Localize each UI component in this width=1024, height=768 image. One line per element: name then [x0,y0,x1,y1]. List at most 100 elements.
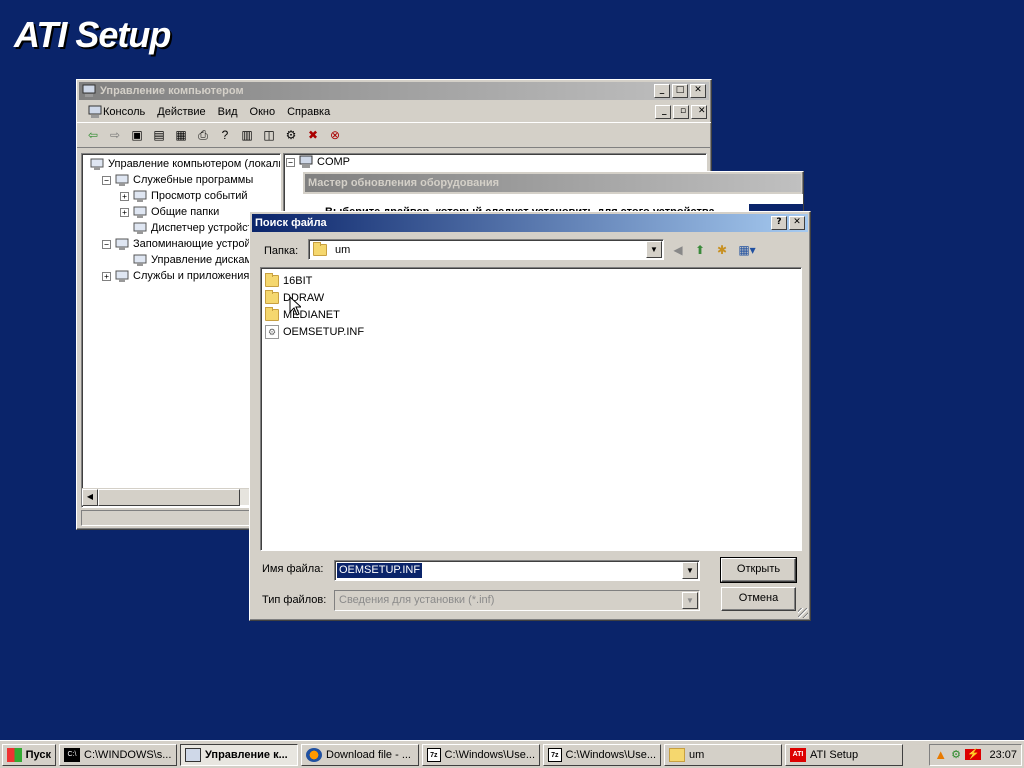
expand-icon[interactable]: + [120,207,129,217]
taskbar-button[interactable]: folder um [664,743,782,766]
device-root[interactable]: COMP [317,156,350,168]
file-item[interactable]: 16BIT [263,272,799,289]
collapse-icon[interactable]: − [286,157,295,167]
file-name: OEMSETUP.INF [283,325,365,338]
safely-remove-icon[interactable]: ⚡ [965,749,982,760]
taskbar-button-label: C:\Windows\Use... [444,748,535,761]
print-icon[interactable]: ⎙ [193,125,213,145]
taskbar-button[interactable]: ATI ATI Setup [785,743,903,766]
clock[interactable]: 23:07 [989,749,1017,761]
folder-combobox[interactable]: um ▼ [308,239,664,260]
taskbar-button[interactable]: 7z C:\Windows\Use... [422,743,540,766]
vlc-icon[interactable]: ▲ [934,747,947,762]
tree-node-icon [132,189,148,203]
taskbar-button[interactable]: 7z C:\Windows\Use... [543,743,661,766]
tree-node[interactable]: + Просмотр событий [84,188,278,204]
up-folder-icon[interactable]: ▣ [127,125,147,145]
folder-icon [265,272,279,287]
close-button[interactable]: ✕ [690,84,706,98]
tree-node[interactable]: − Служебные программы [84,172,278,188]
taskbar-button-label: Управление к... [205,748,288,761]
taskbar: Пуск C:\ C:\WINDOWS\s... mmc Управление к..… [0,740,1024,768]
back-icon[interactable]: ⇦ [83,125,103,145]
taskbar-button-label: um [689,748,705,761]
view-menu-icon[interactable]: ▦▾ [734,240,760,260]
file-item[interactable]: ⚙ OEMSETUP.INF [263,323,799,340]
menu-view[interactable]: Вид [212,106,244,118]
taskbar-app-icon: C:\ [64,747,80,762]
taskbar-button[interactable]: mmc Управление к... [180,743,298,766]
tree-node-label: Диспетчер устройств [151,222,259,234]
tree-node-label: Просмотр событий [151,190,248,202]
chevron-down-icon[interactable]: ▼ [682,562,698,579]
collapse-icon[interactable]: − [102,175,111,185]
windows-logo-icon [7,747,22,762]
taskbar-app-icon: ATI [790,747,806,762]
file-item[interactable]: MEDIANET [263,306,799,323]
wizard-titlebar[interactable]: Мастер обновления оборудования [305,174,801,192]
file-list[interactable]: 16BIT DDRAW MEDIANET ⚙ OEMSETUP.INF [260,267,802,551]
show-tree-icon[interactable]: ▤ [149,125,169,145]
tree-node-icon [132,253,148,267]
menu-action[interactable]: Действие [151,106,211,118]
cancel-button[interactable]: Отмена [721,587,796,611]
mmc-menubar: Консоль Действие Вид Окно Справка _ ▫ ✕ [77,102,711,122]
minimize-button[interactable]: _ [654,84,670,98]
chevron-down-icon[interactable]: ▼ [646,241,662,258]
collapse-icon[interactable]: − [102,239,111,249]
taskbar-button[interactable]: C:\ C:\WINDOWS\s... [59,743,177,766]
taskbar-app-icon: 7z [427,747,441,762]
tree-node-icon [132,221,148,235]
forward-icon[interactable]: ⇨ [105,125,125,145]
taskbar-button[interactable]: ff Download file - ... [301,743,419,766]
folder-label: Папка: [264,245,299,257]
folder-icon [313,241,327,256]
network-icon[interactable]: ⚙ [951,748,961,761]
system-tray: ▲ ⚙ ⚡ 23:07 [929,743,1022,766]
filename-input[interactable]: OEMSETUP.INF [335,562,424,579]
menu-console[interactable]: Консоль [97,106,151,118]
menu-window[interactable]: Окно [244,106,282,118]
computer-icon [298,155,314,169]
details-icon[interactable]: ▥ [237,125,257,145]
help-button[interactable]: ? [771,216,787,230]
desktop-banner: ATI Setup [14,14,171,55]
close-button[interactable]: ✕ [789,216,805,230]
help-icon[interactable]: ? [215,125,235,145]
resize-grip-icon[interactable] [798,608,808,618]
scan-hardware-icon[interactable]: ◫ [259,125,279,145]
update-driver-icon[interactable]: ⚙ [281,125,301,145]
mmc-titlebar[interactable]: Управление компьютером _ □ ✕ [79,82,709,100]
up-folder-icon[interactable]: ⬆ [690,240,710,260]
uninstall-icon[interactable]: ⊗ [325,125,345,145]
filetype-value: Сведения для установки (*.inf) [339,594,495,606]
filetype-label: Тип файлов: [262,594,327,606]
taskbar-app-icon: mmc [185,747,201,762]
filename-combobox[interactable]: OEMSETUP.INF ▼ [334,560,700,581]
menu-help[interactable]: Справка [281,106,336,118]
new-folder-icon[interactable]: ✱ [712,240,732,260]
child-minimize-button[interactable]: _ [655,105,671,119]
taskbar-button-label: ATI Setup [810,748,859,761]
child-close-button[interactable]: ✕ [691,105,707,119]
computer-icon [81,105,102,119]
file-item[interactable]: DDRAW [263,289,799,306]
wizard-title: Мастер обновления оборудования [308,177,500,189]
tree-node[interactable]: Управление компьютером (локаль [84,156,281,172]
properties-icon[interactable]: ▦ [171,125,191,145]
tree-node-label: Служебные программы [133,174,254,186]
open-button[interactable]: Открыть [720,557,797,583]
back-icon[interactable]: ◀ [668,240,688,260]
mouse-cursor-icon [289,295,303,319]
expand-icon[interactable]: + [102,271,111,281]
maximize-button[interactable]: □ [672,84,688,98]
child-restore-button[interactable]: ▫ [673,105,689,119]
start-button[interactable]: Пуск [2,743,56,766]
expand-icon[interactable]: + [120,191,129,201]
disable-icon[interactable]: ✖ [303,125,323,145]
dialog-titlebar[interactable]: Поиск файла ? ✕ [252,214,808,232]
find-file-dialog[interactable]: Поиск файла ? ✕ Папка: um ▼ ◀ ⬆ ✱ ▦▾ 16B… [249,211,811,621]
filetype-combobox[interactable]: Сведения для установки (*.inf) ▼ [334,590,700,611]
taskbar-app-icon: folder [669,747,685,762]
tree-node-label: Управление компьютером (локаль [108,158,281,170]
